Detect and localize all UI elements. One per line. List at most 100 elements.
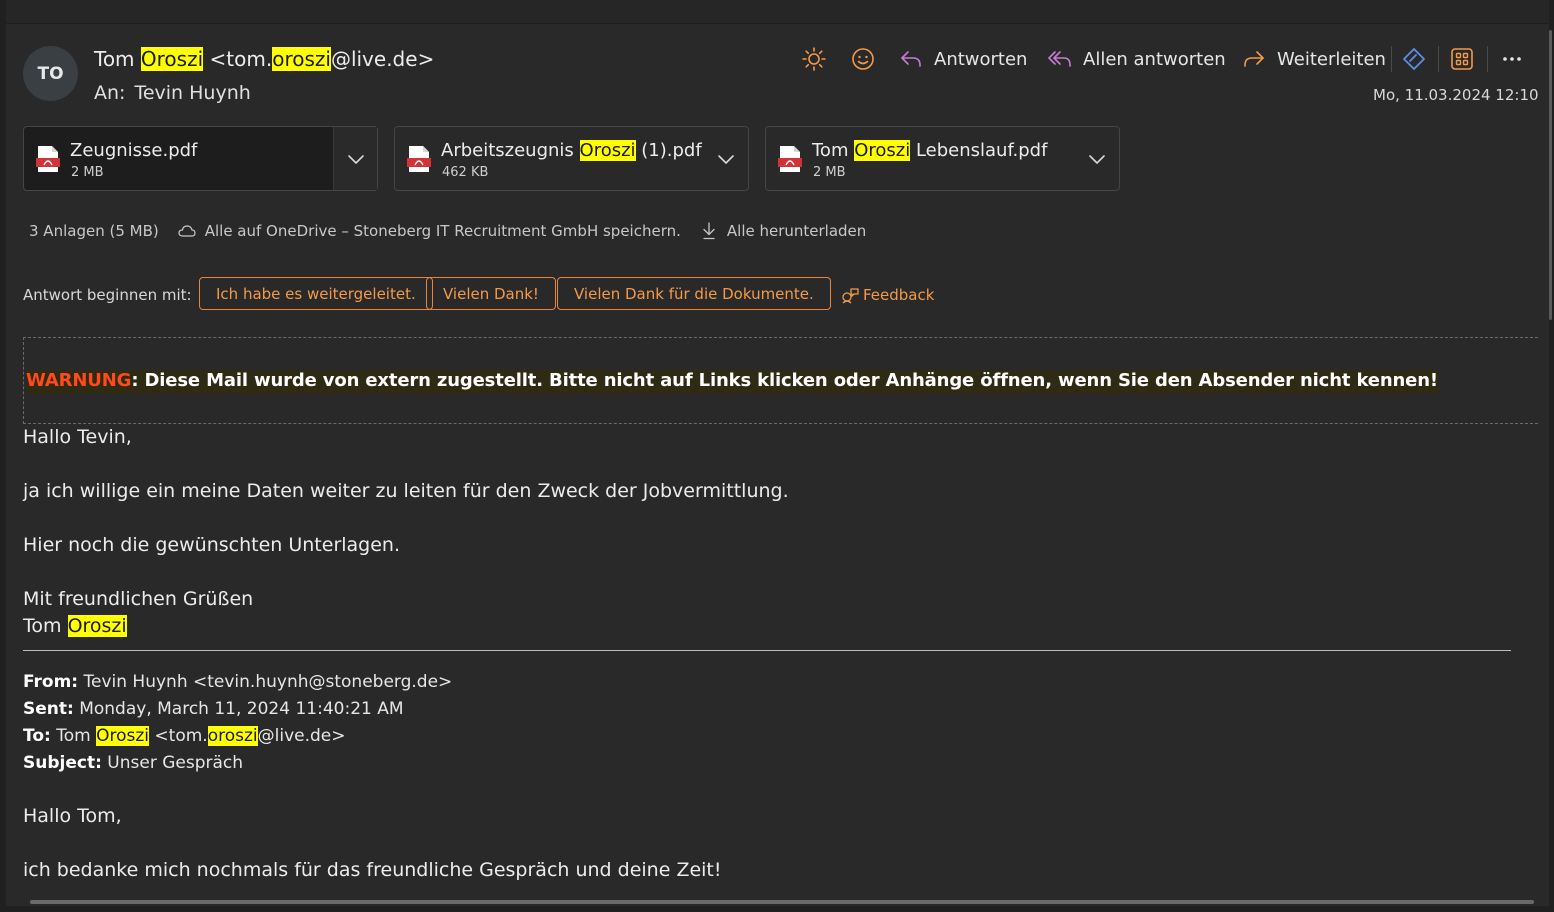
received-date: Mo, 11.03.2024 12:10 [1373, 86, 1539, 104]
attachment-name-highlight: Oroszi [579, 140, 636, 161]
to-label: An: [94, 82, 126, 104]
attachment-name-text: Zeugnisse.pdf [70, 140, 198, 161]
attachment-name-suffix: (1).pdf [635, 140, 702, 161]
quoted-sent: Sent: Monday, March 11, 2024 11:40:21 AM [23, 699, 404, 719]
quoted-paragraph: ich bedanke mich nochmals für das freund… [23, 859, 722, 881]
bottom-border [0, 906, 1554, 912]
to-name[interactable]: Tevin Huynh [134, 82, 250, 104]
chevron-down-icon [1089, 154, 1105, 164]
reply-button[interactable]: Antworten [898, 45, 1027, 73]
reply-all-icon [1047, 46, 1073, 72]
quoted-subject-value: Unser Gespräch [107, 753, 244, 773]
pdf-icon [778, 146, 802, 172]
attachment-menu-button[interactable] [1075, 127, 1119, 190]
toolbar-divider [1438, 46, 1439, 72]
body-paragraph: ja ich willige ein meine Daten weiter zu… [23, 480, 789, 502]
pdf-icon [407, 146, 431, 172]
attachment-menu-button[interactable] [333, 127, 377, 190]
quoted-subject: Subject: Unser Gespräch [23, 753, 243, 773]
chevron-down-icon [347, 154, 364, 164]
attachment-card[interactable]: Zeugnisse.pdf 2 MB [23, 126, 378, 191]
signature-first-name: Tom [23, 615, 62, 637]
body-signature: Tom Oroszi [23, 615, 127, 637]
sender-first-name: Tom [94, 47, 135, 71]
attachment-name-text: Tom [812, 140, 849, 161]
body-greeting: Hallo Tevin, [23, 426, 132, 448]
sender-email-highlight: oroszi [272, 47, 331, 71]
attachment-name: Zeugnisse.pdf [70, 140, 197, 161]
quoted-to-email-highlight: oroszi [207, 726, 258, 746]
attachment-size: 2 MB [71, 165, 104, 180]
warning-message: : Diese Mail wurde von extern zugestellt… [131, 370, 1438, 391]
sender-line[interactable]: Tom Oroszi <tom.oroszi@live.de> [94, 47, 434, 71]
avatar-initials: TO [37, 63, 64, 84]
recipient-line: An: Tevin Huynh [94, 82, 251, 104]
attachment-name-highlight: Oroszi [854, 140, 911, 161]
attachment-menu-button[interactable] [704, 127, 748, 190]
attachment-size: 462 KB [442, 165, 489, 180]
sender-email-prefix: tom. [226, 47, 273, 71]
quoted-to-last: Oroszi [96, 726, 150, 746]
attachment-size: 2 MB [813, 165, 846, 180]
quoted-to-email-prefix: <tom. [154, 726, 208, 746]
body-closing: Mit freundlichen Grüßen [23, 588, 254, 610]
chevron-down-icon [718, 154, 734, 164]
attachment-name-text: Arbeitszeugnis [441, 140, 574, 161]
quoted-from-value: Tevin Huynh <tevin.huynh@stoneberg.de> [83, 672, 453, 692]
quoted-from: From: Tevin Huynh <tevin.huynh@stoneberg… [23, 672, 452, 692]
save-to-onedrive-link[interactable]: Alle auf OneDrive – Stoneberg IT Recruit… [205, 222, 681, 240]
feedback-link[interactable]: Feedback [840, 286, 934, 304]
viva-icon[interactable] [1400, 45, 1428, 73]
quoted-to-first: Tom [56, 726, 91, 746]
sender-email-suffix: @live.de [330, 47, 418, 71]
quoted-greeting: Hallo Tom, [23, 805, 122, 827]
reply-all-label: Allen antworten [1083, 48, 1226, 70]
download-all-link[interactable]: Alle herunterladen [727, 222, 866, 240]
forward-button[interactable]: Weiterleiten [1241, 45, 1386, 73]
reply-all-button[interactable]: Allen antworten [1047, 45, 1226, 73]
signature-last-name: Oroszi [67, 615, 127, 637]
attachment-card[interactable]: Tom Oroszi Lebenslauf.pdf 2 MB [765, 126, 1120, 191]
avatar[interactable]: TO [23, 46, 78, 101]
apps-icon[interactable] [1448, 45, 1476, 73]
suggested-reply-chip[interactable]: Ich habe es weitergeleitet. [199, 277, 433, 310]
reply-icon [898, 46, 924, 72]
horizontal-scrollbar[interactable] [30, 900, 1534, 904]
toolbar-divider [1487, 46, 1488, 72]
quoted-to: To: Tom Oroszi <tom.oroszi@live.de> [23, 726, 346, 746]
left-border [0, 0, 6, 912]
attachment-card[interactable]: Arbeitszeugnis Oroszi (1).pdf 462 KB [394, 126, 749, 191]
quoted-subject-label: Subject: [23, 753, 102, 773]
quoted-sent-value: Monday, March 11, 2024 11:40:21 AM [79, 699, 404, 719]
quote-divider [23, 650, 1511, 651]
emoji-icon[interactable] [849, 45, 877, 73]
more-icon[interactable] [1498, 45, 1526, 73]
vertical-scrollbar[interactable] [1549, 30, 1552, 320]
sender-last-name: Oroszi [140, 47, 204, 71]
forward-icon [1241, 46, 1267, 72]
toolbar-divider [1391, 46, 1392, 72]
attachment-name: Tom Oroszi Lebenslauf.pdf [812, 140, 1047, 161]
suggested-reply-label: Antwort beginnen mit: [23, 286, 192, 304]
external-warning-text: WARNUNG: Diese Mail wurde von extern zug… [26, 370, 1438, 394]
pdf-icon [36, 146, 60, 172]
cloud-icon [177, 222, 197, 240]
feedback-label: Feedback [863, 286, 935, 304]
attachment-count: 3 Anlagen (5 MB) [29, 222, 159, 240]
attachment-name: Arbeitszeugnis Oroszi (1).pdf [441, 140, 702, 161]
quoted-from-label: From: [23, 672, 79, 692]
window-top-bar [0, 0, 1554, 24]
reply-label: Antworten [934, 48, 1028, 70]
body-paragraph: Hier noch die gewünschten Unterlagen. [23, 534, 401, 556]
attachment-name-suffix: Lebenslauf.pdf [910, 140, 1048, 161]
suggested-reply-chip[interactable]: Vielen Dank! [426, 277, 556, 310]
quoted-sent-label: Sent: [23, 699, 74, 719]
download-icon [699, 222, 719, 240]
quoted-to-email-suffix: @live.de> [257, 726, 346, 746]
feedback-icon [840, 286, 860, 304]
suggested-reply-chip[interactable]: Vielen Dank für die Dokumente. [557, 277, 831, 310]
sun-icon[interactable] [800, 45, 828, 73]
attachment-actions: 3 Anlagen (5 MB) Alle auf OneDrive – Sto… [29, 222, 866, 240]
forward-label: Weiterleiten [1277, 48, 1386, 70]
warning-keyword: WARNUNG [26, 370, 132, 391]
